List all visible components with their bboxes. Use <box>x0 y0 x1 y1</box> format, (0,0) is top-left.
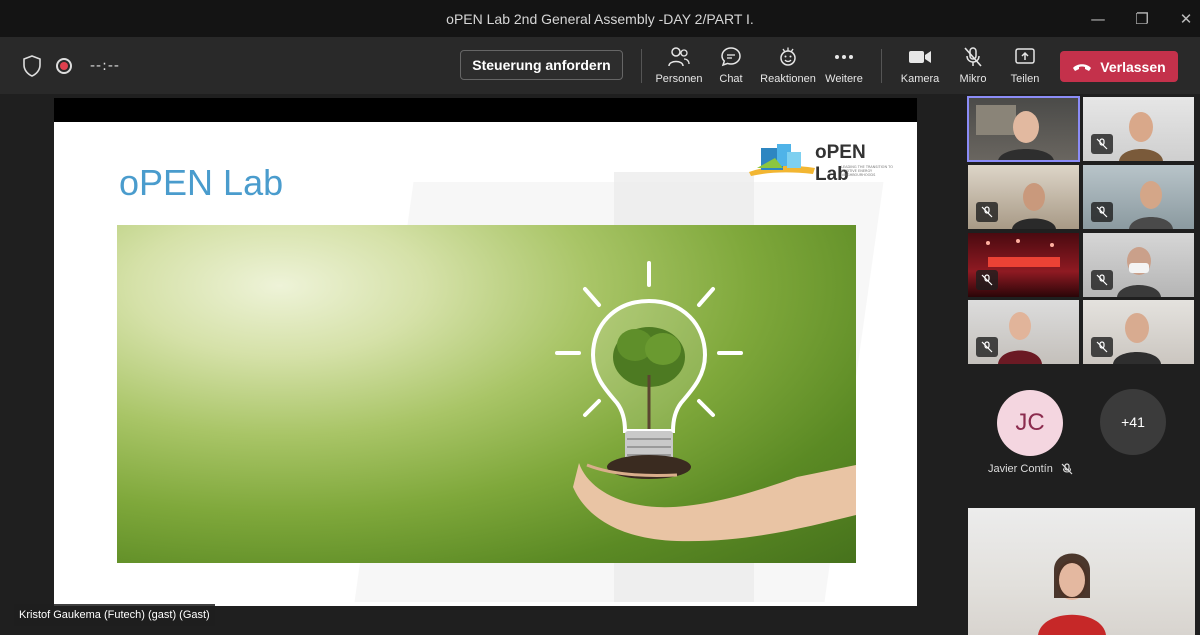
mic-off-icon <box>964 47 982 67</box>
hangup-icon <box>1073 63 1092 71</box>
mic-label: Mikro <box>959 73 987 85</box>
toolbar-divider <box>641 49 642 83</box>
more-label: Weitere <box>825 73 863 85</box>
meeting-toolbar: --:-- Steuerung anfordern Personen Chat … <box>0 37 1200 94</box>
reactions-button[interactable]: Reaktionen <box>758 45 818 85</box>
toolbar-divider <box>881 49 882 83</box>
self-view-video <box>968 508 1195 635</box>
participant-tile[interactable] <box>967 96 1080 162</box>
camera-icon <box>909 51 931 63</box>
presenter-name-label: Kristof Gaukema (Futech) (gast) (Gast) <box>14 604 215 626</box>
main-stage: oPEN Lab oPEN Lab LEADING THE TRANSITION… <box>0 94 960 635</box>
camera-label: Kamera <box>900 73 940 85</box>
open-lab-logo: oPEN Lab LEADING THE TRANSITION TO POSIT… <box>747 138 897 185</box>
participant-tile[interactable] <box>1083 233 1194 297</box>
mic-off-icon <box>1091 337 1113 357</box>
more-button[interactable]: Weitere <box>816 45 872 85</box>
participant-avatar-name: Javier Contín <box>988 463 1073 475</box>
self-view-person <box>1038 553 1106 635</box>
window-controls: — ❐ ✕ <box>1076 0 1200 37</box>
minimize-icon[interactable]: — <box>1076 10 1120 28</box>
request-control-button[interactable]: Steuerung anfordern <box>460 50 623 80</box>
people-button[interactable]: Personen <box>651 45 707 85</box>
more-participants-button[interactable]: +41 <box>1100 389 1166 455</box>
people-icon <box>668 47 690 67</box>
slide-title: oPEN Lab <box>119 162 284 203</box>
chat-button[interactable]: Chat <box>703 45 759 85</box>
camera-button[interactable]: Kamera <box>892 45 948 85</box>
participant-tile[interactable] <box>968 165 1079 229</box>
window-title: oPEN Lab 2nd General Assembly -DAY 2/PAR… <box>446 10 754 27</box>
meeting-timer: --:-- <box>90 57 120 74</box>
mic-off-icon <box>1091 270 1113 290</box>
lightbulb-tree-photo <box>117 225 856 563</box>
close-icon[interactable]: ✕ <box>1164 10 1200 28</box>
participant-tile[interactable] <box>968 233 1079 297</box>
restore-icon[interactable]: ❐ <box>1120 10 1164 28</box>
mic-off-icon <box>1091 134 1113 154</box>
logo-text: oPEN Lab <box>815 142 866 185</box>
mic-off-icon <box>976 202 998 222</box>
mic-off-icon <box>976 270 998 290</box>
participant-tile[interactable] <box>968 300 1079 364</box>
recording-icon <box>56 57 72 74</box>
mic-off-icon <box>1091 202 1113 222</box>
people-label: Personen <box>655 73 703 85</box>
more-icon <box>835 55 853 59</box>
logo-tagline: LEADING THE TRANSITION TO POSITIVE ENERG… <box>841 165 894 177</box>
leave-label: Verlassen <box>1100 58 1166 75</box>
lightbulb-illustration <box>555 261 856 542</box>
presentation-slide: oPEN Lab oPEN Lab LEADING THE TRANSITION… <box>54 122 917 606</box>
share-label: Teilen <box>1010 73 1040 85</box>
participant-tile[interactable] <box>1083 97 1194 161</box>
participant-name: Javier Contín <box>988 463 1053 475</box>
participant-avatar[interactable]: JC <box>997 390 1063 456</box>
participant-tile[interactable] <box>1083 300 1194 364</box>
meeting-status: --:-- <box>22 37 120 94</box>
shared-screen: oPEN Lab oPEN Lab LEADING THE TRANSITION… <box>54 98 917 606</box>
title-bar: oPEN Lab 2nd General Assembly -DAY 2/PAR… <box>0 0 1200 37</box>
share-button[interactable]: Teilen <box>997 45 1053 85</box>
chat-label: Chat <box>719 73 743 85</box>
participant-video <box>976 105 1054 161</box>
share-icon <box>1015 48 1035 64</box>
shield-icon[interactable] <box>22 54 42 77</box>
mic-off-icon <box>1061 463 1073 475</box>
reactions-icon <box>780 47 796 66</box>
leave-button[interactable]: Verlassen <box>1060 51 1178 82</box>
participant-tile[interactable] <box>1083 165 1194 229</box>
chat-icon <box>721 47 741 67</box>
mic-off-icon <box>976 337 998 357</box>
mic-button[interactable]: Mikro <box>945 45 1001 85</box>
reactions-label: Reaktionen <box>760 73 816 85</box>
open-lab-logo-mark <box>749 144 815 176</box>
